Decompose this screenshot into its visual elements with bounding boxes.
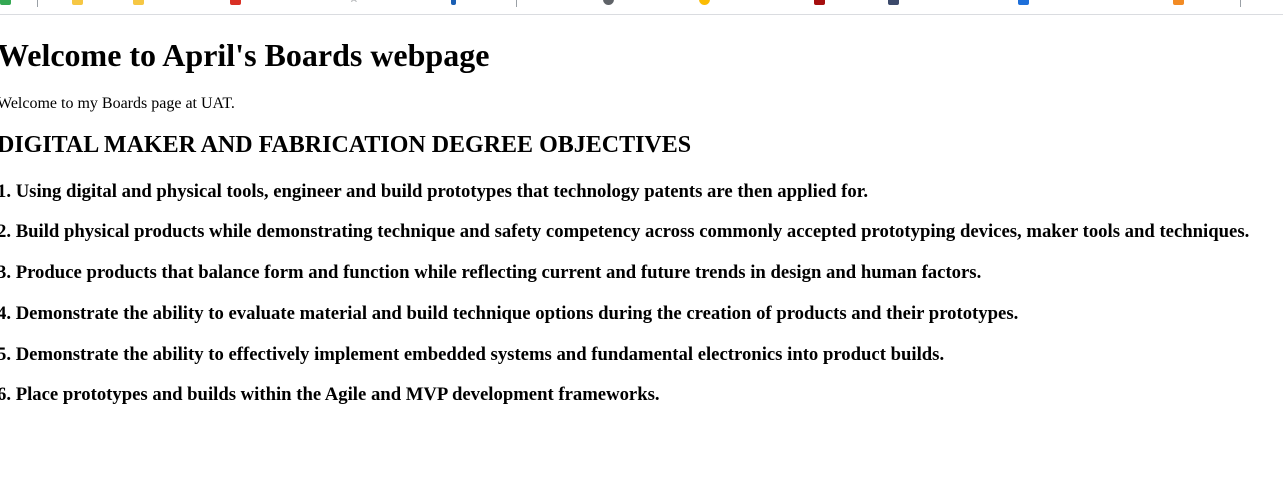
bookmarks-separator [1240,0,1241,7]
bookmarks-separator [516,0,517,7]
google-icon[interactable] [603,0,614,5]
intro-text: Welcome to my Boards page at UAT. [0,95,235,112]
bookmarks-separator [37,0,38,7]
folder-icon[interactable] [133,0,144,5]
bookmarks-bar: ☆ [0,0,1283,15]
objective-item: 3. Produce products that balance form an… [0,262,982,283]
objective-item: 1. Using digital and physical tools, eng… [0,181,868,202]
red-square-icon[interactable] [814,0,825,5]
objective-item: 2. Build physical products while demonst… [0,221,1250,242]
orange-icon[interactable] [1173,0,1184,5]
apps-grid-icon[interactable] [0,0,11,5]
image-icon[interactable] [888,0,899,5]
objective-item: 4. Demonstrate the ability to evaluate m… [0,303,1019,324]
blue-bar-icon[interactable] [451,0,456,5]
star-icon[interactable]: ☆ [349,0,360,4]
objective-item: 6. Place prototypes and builds within th… [0,384,660,405]
folder-icon[interactable] [72,0,83,5]
blue-square-icon[interactable] [1018,0,1029,5]
objectives-heading: DIGITAL MAKER AND FABRICATION DEGREE OBJ… [0,132,692,158]
red-square-icon[interactable] [230,0,241,5]
objective-item: 5. Demonstrate the ability to effectivel… [0,344,945,365]
page-title: Welcome to April's Boards webpage [0,37,490,73]
smiley-icon[interactable] [699,0,710,5]
